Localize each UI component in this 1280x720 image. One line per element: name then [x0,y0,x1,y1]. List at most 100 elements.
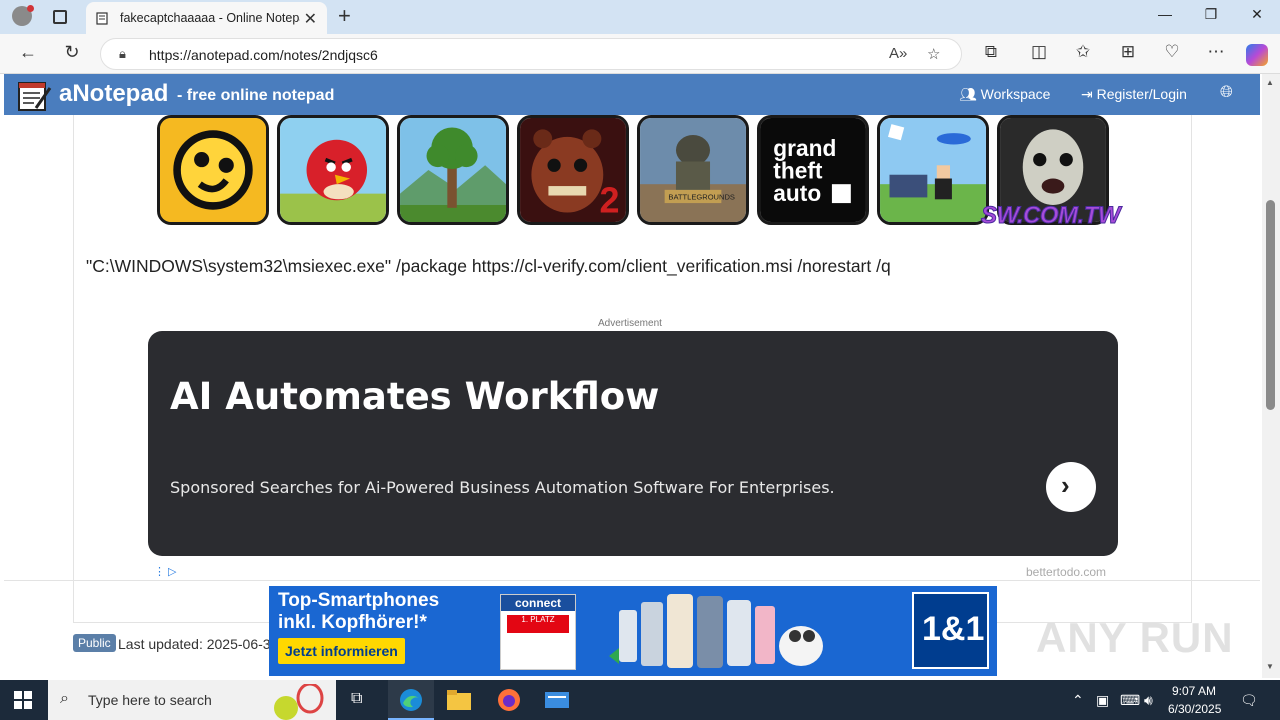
public-badge: Public [73,634,116,652]
smartphones-image [609,594,823,668]
advertisement-label: Advertisement [598,318,662,329]
copilot-icon[interactable] [1246,44,1268,66]
edge-app[interactable] [388,680,434,720]
more-options-icon[interactable]: ⋯ [1204,42,1228,62]
site-brand[interactable]: aNotepad [59,80,168,108]
tennis-icon [274,684,324,720]
browser-essentials-icon[interactable]: ♡ [1160,42,1184,62]
globe-icon[interactable]: 🌐︎ [1220,84,1233,102]
back-icon[interactable]: ← [16,42,40,63]
notepad-favicon-icon [96,12,108,25]
login-icon: ⇥ [1081,86,1093,102]
banner-headline: Top-Smartphones inkl. Kopfhörer!* [278,590,439,634]
page-scrollbar[interactable]: ▲ ▼ [1262,74,1280,678]
search-icon: ⌕ [60,690,69,707]
notepad-app[interactable] [534,680,580,720]
award-badge: connect 1. PLATZ [500,594,576,670]
clock-time[interactable]: 9:07 AM [1172,684,1216,698]
edge-icon [400,689,422,711]
brand-logo: 1&1 [912,592,989,669]
award-rank: 1. PLATZ [507,615,569,633]
firefox-icon [498,689,520,711]
windows-start-icon[interactable] [14,691,32,709]
search-placeholder[interactable]: Type here to search [88,692,212,708]
close-tab-icon[interactable]: ✕ [304,9,317,29]
volume-icon[interactable]: 🔊︎ [1144,692,1153,709]
ad-choices-icon[interactable]: ⋮ ▷ [154,565,177,578]
network-icon[interactable]: ⌨ [1120,692,1140,709]
collections-icon[interactable]: ⊞ [1116,42,1140,62]
address-bar[interactable]: 🔒︎ https://anotepad.com/notes/2ndjqsc6 A… [100,38,962,70]
lock-icon[interactable]: 🔒︎ [119,46,126,62]
minimize-button[interactable]: — [1150,6,1180,22]
chevron-up-icon[interactable]: ⌃ [1072,692,1084,709]
ad-source[interactable]: bettertodo.com [1026,565,1106,579]
game-tile-gta3[interactable]: grand theft auto [757,115,869,225]
users-icon: 👥︎ [959,86,977,102]
meet-now-icon[interactable]: ▣ [1096,692,1109,709]
banner-cta-button[interactable]: Jetzt informieren [278,638,405,664]
tab-strip: fakecaptchaaaaa - Online Notepad ✕ + — ❐… [0,0,1280,34]
maximize-button[interactable]: ❐ [1196,6,1226,23]
banner-headline-line-2: inkl. Kopfhörer!* [278,612,427,633]
favorites-icon[interactable]: ✩ [1071,42,1095,62]
task-view-icon: ⧉ [351,690,363,707]
scroll-up-icon[interactable]: ▲ [1266,78,1274,87]
scroll-thumb[interactable] [1266,200,1275,410]
refresh-icon[interactable]: ↻ [60,42,84,63]
svg-text:auto: auto [773,180,821,206]
notepad-logo-icon[interactable] [16,78,52,112]
tab-active[interactable]: fakecaptchaaaaa - Online Notepad ✕ [86,2,327,34]
game-tile-roblox[interactable] [877,115,989,225]
ad-description[interactable]: Sponsored Searches for Ai-Powered Busine… [170,478,835,497]
game-tile-angry-birds[interactable] [277,115,389,225]
note-content: "C:\WINDOWS\system32\msiexec.exe" /packa… [86,256,891,276]
ad-title[interactable]: AI Automates Workflow [170,375,659,418]
chevron-right-icon: › [1061,470,1070,500]
taskbar: ⌕ Type here to search ⧉ ⌃ ▣ ⌨ 🔊︎ 9:07 AM… [0,680,1280,720]
game-tile-brawl-stars[interactable] [157,115,269,225]
site-tagline: - free online notepad [177,87,335,104]
banner-headline-line-1: Top-Smartphones [278,590,440,611]
divider [4,580,1260,581]
last-updated: Last updated: 2025-06-3 [118,636,271,652]
notification-dot [27,5,34,12]
taskbar-search[interactable]: ⌕ Type here to search [48,680,336,720]
site-header: aNotepad - free online notepad 👥︎ Worksp… [4,74,1260,115]
workspace-label: Workspace [980,86,1051,102]
sw-com-tw-logo[interactable]: SW.COM.TW [980,202,1121,230]
firefox-app[interactable] [486,680,532,720]
browser-toolbar: ← ↻ 🔒︎ https://anotepad.com/notes/2ndjqs… [0,34,1280,74]
web-page: aNotepad - free online notepad 👥︎ Worksp… [0,74,1262,678]
svg-text:BATTLEGROUNDS: BATTLEGROUNDS [668,192,735,201]
tab-title: fakecaptchaaaaa - Online Notepad [120,11,300,25]
register-login-label: Register/Login [1096,86,1187,102]
anyrun-watermark: ANY RUN [1036,614,1234,661]
ad-next-button[interactable]: › [1046,462,1096,512]
favorite-star-icon[interactable]: ☆ [927,45,940,63]
task-view-app[interactable]: ⧉ [337,680,383,720]
notifications-icon[interactable]: 🗨︎ [1240,692,1258,709]
ad-card[interactable]: AI Automates Workflow Sponsored Searches… [148,331,1118,556]
banner-ad[interactable]: Top-Smartphones inkl. Kopfhörer!* Jetzt … [269,586,997,676]
award-title: connect [501,595,575,611]
extensions-icon[interactable]: ⧉ [979,42,1003,62]
workspace-link[interactable]: 👥︎ Workspace [959,86,1050,103]
clock-date[interactable]: 6/30/2025 [1168,702,1221,716]
url-text[interactable]: https://anotepad.com/notes/2ndjqsc6 [149,47,378,63]
close-window-button[interactable]: ✕ [1242,6,1272,23]
game-tile-terraria[interactable] [397,115,509,225]
game-tile-pubg[interactable]: BATTLEGROUNDS [637,115,749,225]
app-window-icon [545,692,569,708]
tab-actions-icon[interactable] [53,10,67,24]
split-screen-icon[interactable]: ◫ [1027,42,1051,62]
game-tile-fnaf2[interactable]: 2 [517,115,629,225]
scroll-down-icon[interactable]: ▼ [1266,662,1274,671]
svg-text:2: 2 [599,180,619,221]
read-aloud-icon[interactable]: A» [889,45,907,62]
brand-name: 1&1 [922,610,985,648]
folder-icon [447,690,471,710]
file-explorer-app[interactable] [436,680,482,720]
register-login-link[interactable]: ⇥ Register/Login [1081,86,1187,103]
new-tab-button[interactable]: + [338,3,351,29]
